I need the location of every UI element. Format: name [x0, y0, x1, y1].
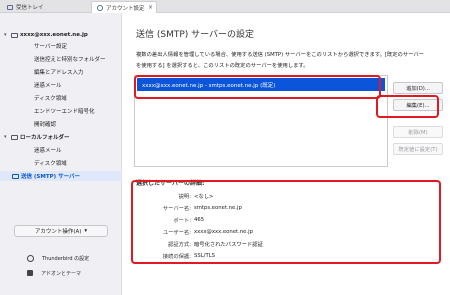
detail-row-auth-method: 認証方式: 暗号化されたパスワード認証 — [136, 238, 263, 249]
sidebar-item-label: ローカルフォルダー — [20, 135, 70, 141]
sidebar-item-e2e-encryption[interactable]: エンドツーエンド暗号化 — [0, 106, 122, 116]
sidebar-item-local-disk-space[interactable]: ディスク領域 — [0, 158, 122, 168]
sidebar-item-label: 送信 (SMTP) サーバー — [21, 174, 81, 180]
sidebar-item-local-folders[interactable]: ▾ ローカルフォルダー — [0, 132, 122, 142]
sidebar-item-copies-folders[interactable]: 送信控えと特別なフォルダー — [0, 54, 122, 64]
description-line: 複数の差出人情報を管理している場合、使用する送信 (SMTP) サーバーをこのリ… — [136, 52, 424, 58]
page-description: 複数の差出人情報を管理している場合、使用する送信 (SMTP) サーバーをこのリ… — [136, 50, 438, 72]
chevron-down-icon: ▾ — [84, 228, 88, 234]
detail-row-username: ユーザー名: xxxx@xxx.eonet.ne.jp — [136, 226, 253, 237]
puzzle-icon — [27, 270, 33, 276]
description-line: を使用する] を選択すると、このリストの既定のサーバーを使用します。 — [136, 63, 309, 69]
gear-icon — [27, 254, 34, 262]
account-sidebar: ▾ xxxx@xxx.eonet.ne.jp サーバー設定 送信控えと特別なフォ… — [0, 13, 122, 295]
detail-label: 認証方式: — [168, 241, 191, 248]
remove-server-button[interactable]: 削除(M) — [393, 126, 443, 138]
sidebar-item-label: 開封確認 — [34, 122, 57, 128]
smtp-settings-panel: 送信 (SMTP) サーバーの設定 複数の差出人情報を管理している場合、使用する… — [122, 13, 450, 295]
details-heading: 選択したサーバーの詳細: — [136, 180, 205, 187]
close-icon[interactable]: × — [148, 4, 153, 11]
sidebar-item-disk-space[interactable]: ディスク領域 — [0, 93, 122, 103]
detail-label: サーバー名: — [162, 205, 191, 212]
tab-inbox-label: 受信トレイ — [16, 5, 44, 11]
detail-row-server-name: サーバー名: smtps.eonet.ne.jp — [136, 202, 242, 213]
account-actions-button[interactable]: アカウント操作(A) ▾ — [14, 225, 108, 237]
detail-row-description: 説明: <なし> — [136, 190, 214, 201]
sidebar-item-label: ディスク領域 — [34, 96, 67, 102]
settings-link-label: Thunderbird の設定 — [42, 255, 90, 262]
page-title: 送信 (SMTP) サーバーの設定 — [136, 30, 255, 40]
detail-value: xxxx@xxx.eonet.ne.jp — [194, 228, 253, 235]
tab-account-settings-label: アカウント設定 — [106, 5, 145, 12]
detail-label: ポート: — [173, 217, 191, 224]
sidebar-item-account[interactable]: ▾ xxxx@xxx.eonet.ne.jp — [0, 30, 122, 40]
settings-link[interactable]: Thunderbird の設定 — [27, 253, 90, 263]
sidebar-item-label: エンドツーエンド暗号化 — [34, 109, 95, 115]
tab-account-settings[interactable]: アカウント設定 × — [91, 1, 157, 13]
detail-label: 接続の保護: — [162, 253, 191, 260]
detail-value: <なし> — [194, 193, 214, 200]
detail-value: SSL/TLS — [194, 252, 216, 259]
sidebar-item-composition[interactable]: 編集とアドレス入力 — [0, 67, 122, 77]
sidebar-item-label: ディスク領域 — [34, 161, 67, 167]
sidebar-item-label: サーバー設定 — [34, 44, 67, 50]
sidebar-item-label: 迷惑メール — [34, 83, 62, 89]
detail-value: 465 — [194, 216, 205, 223]
add-server-button[interactable]: 追加(D)... — [393, 82, 443, 94]
outbox-icon — [12, 173, 19, 179]
detail-row-connection-security: 接続の保護: SSL/TLS — [136, 250, 215, 261]
tab-bar: 受信トレイ アカウント設定 × — [0, 0, 450, 13]
sidebar-item-junk[interactable]: 迷惑メール — [0, 80, 122, 90]
addons-link[interactable]: アドオンとテーマ — [27, 268, 82, 278]
addons-link-label: アドオンとテーマ — [41, 270, 82, 277]
set-default-button[interactable]: 既定値に設定(T) — [393, 143, 443, 155]
mail-account-icon — [11, 32, 18, 38]
sidebar-item-label: 編集とアドレス入力 — [34, 70, 84, 76]
mail-icon — [7, 4, 13, 10]
edit-server-button[interactable]: 編集(E)... — [393, 99, 443, 111]
detail-label: 説明: — [178, 193, 191, 200]
detail-value: smtps.eonet.ne.jp — [194, 204, 242, 211]
gear-icon — [97, 4, 103, 11]
detail-label: ユーザー名: — [162, 229, 191, 236]
sidebar-item-label: 迷惑メール — [34, 148, 62, 154]
server-list-item-label: xxxx@xxx.eonet.ne.jp - smtps.eonet.ne.jp… — [142, 82, 276, 89]
detail-row-port: ポート: 465 — [136, 214, 204, 225]
smtp-server-list[interactable]: xxxx@xxx.eonet.ne.jp - smtps.eonet.ne.jp… — [134, 75, 388, 167]
sidebar-item-local-junk[interactable]: 迷惑メール — [0, 145, 122, 155]
folder-icon — [11, 134, 18, 140]
sidebar-item-label: 送信控えと特別なフォルダー — [34, 57, 106, 63]
sidebar-item-return-receipts[interactable]: 開封確認 — [0, 119, 122, 129]
sidebar-item-server-settings[interactable]: サーバー設定 — [0, 41, 122, 51]
detail-value: 暗号化されたパスワード認証 — [194, 241, 263, 248]
server-list-item[interactable]: xxxx@xxx.eonet.ne.jp - smtps.eonet.ne.jp… — [137, 78, 385, 91]
account-actions-label: アカウント操作(A) — [34, 229, 82, 235]
chevron-down-icon[interactable]: ▾ — [4, 32, 9, 38]
sidebar-item-label: xxxx@xxx.eonet.ne.jp — [20, 32, 88, 38]
chevron-down-icon[interactable]: ▾ — [4, 134, 9, 140]
tab-inbox[interactable]: 受信トレイ — [2, 1, 88, 13]
sidebar-item-smtp-servers[interactable]: 送信 (SMTP) サーバー — [0, 171, 122, 181]
